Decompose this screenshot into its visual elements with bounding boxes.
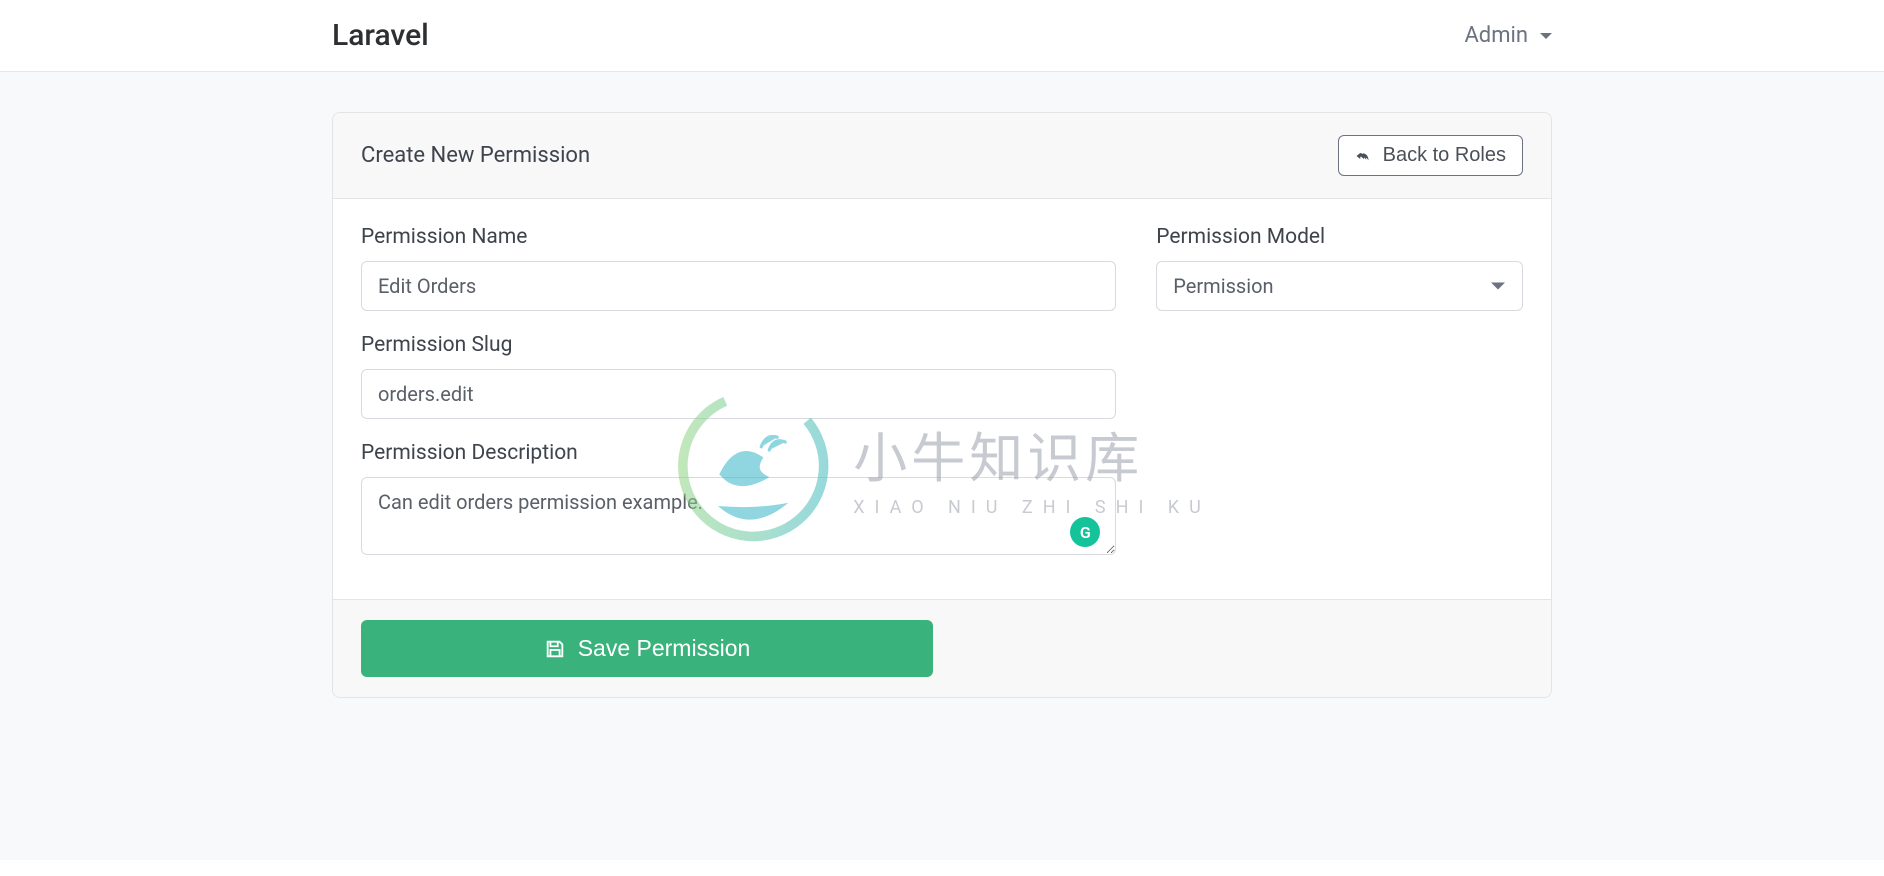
card-footer: Save Permission [333, 599, 1551, 697]
permission-card: Create New Permission Back to Roles Perm… [332, 112, 1552, 698]
card-title: Create New Permission [361, 143, 590, 168]
permission-model-label: Permission Model [1156, 225, 1523, 249]
permission-model-group: Permission Model Permission [1156, 225, 1523, 311]
chevron-down-icon [1540, 33, 1552, 39]
permission-slug-group: Permission Slug [361, 333, 1116, 419]
save-button-label: Save Permission [578, 635, 751, 662]
brand-link[interactable]: Laravel [332, 18, 429, 53]
page-body: Create New Permission Back to Roles Perm… [0, 72, 1884, 860]
back-button-label: Back to Roles [1383, 144, 1506, 167]
permission-description-label: Permission Description [361, 441, 1116, 465]
save-icon [544, 638, 566, 660]
card-body: Permission Name Permission Slug Permissi… [333, 199, 1551, 599]
navbar: Laravel Admin [0, 0, 1884, 72]
card-header: Create New Permission Back to Roles [333, 113, 1551, 199]
back-to-roles-button[interactable]: Back to Roles [1338, 135, 1523, 176]
permission-description-group: Permission Description G [361, 441, 1116, 559]
permission-description-input[interactable] [361, 477, 1116, 555]
permission-model-select[interactable]: Permission [1156, 261, 1523, 311]
permission-name-label: Permission Name [361, 225, 1116, 249]
permission-slug-input[interactable] [361, 369, 1116, 419]
permission-name-group: Permission Name [361, 225, 1116, 311]
user-label: Admin [1464, 23, 1528, 48]
save-permission-button[interactable]: Save Permission [361, 620, 933, 677]
permission-name-input[interactable] [361, 261, 1116, 311]
reply-all-icon [1355, 147, 1373, 165]
user-dropdown[interactable]: Admin [1464, 23, 1552, 48]
permission-slug-label: Permission Slug [361, 333, 1116, 357]
